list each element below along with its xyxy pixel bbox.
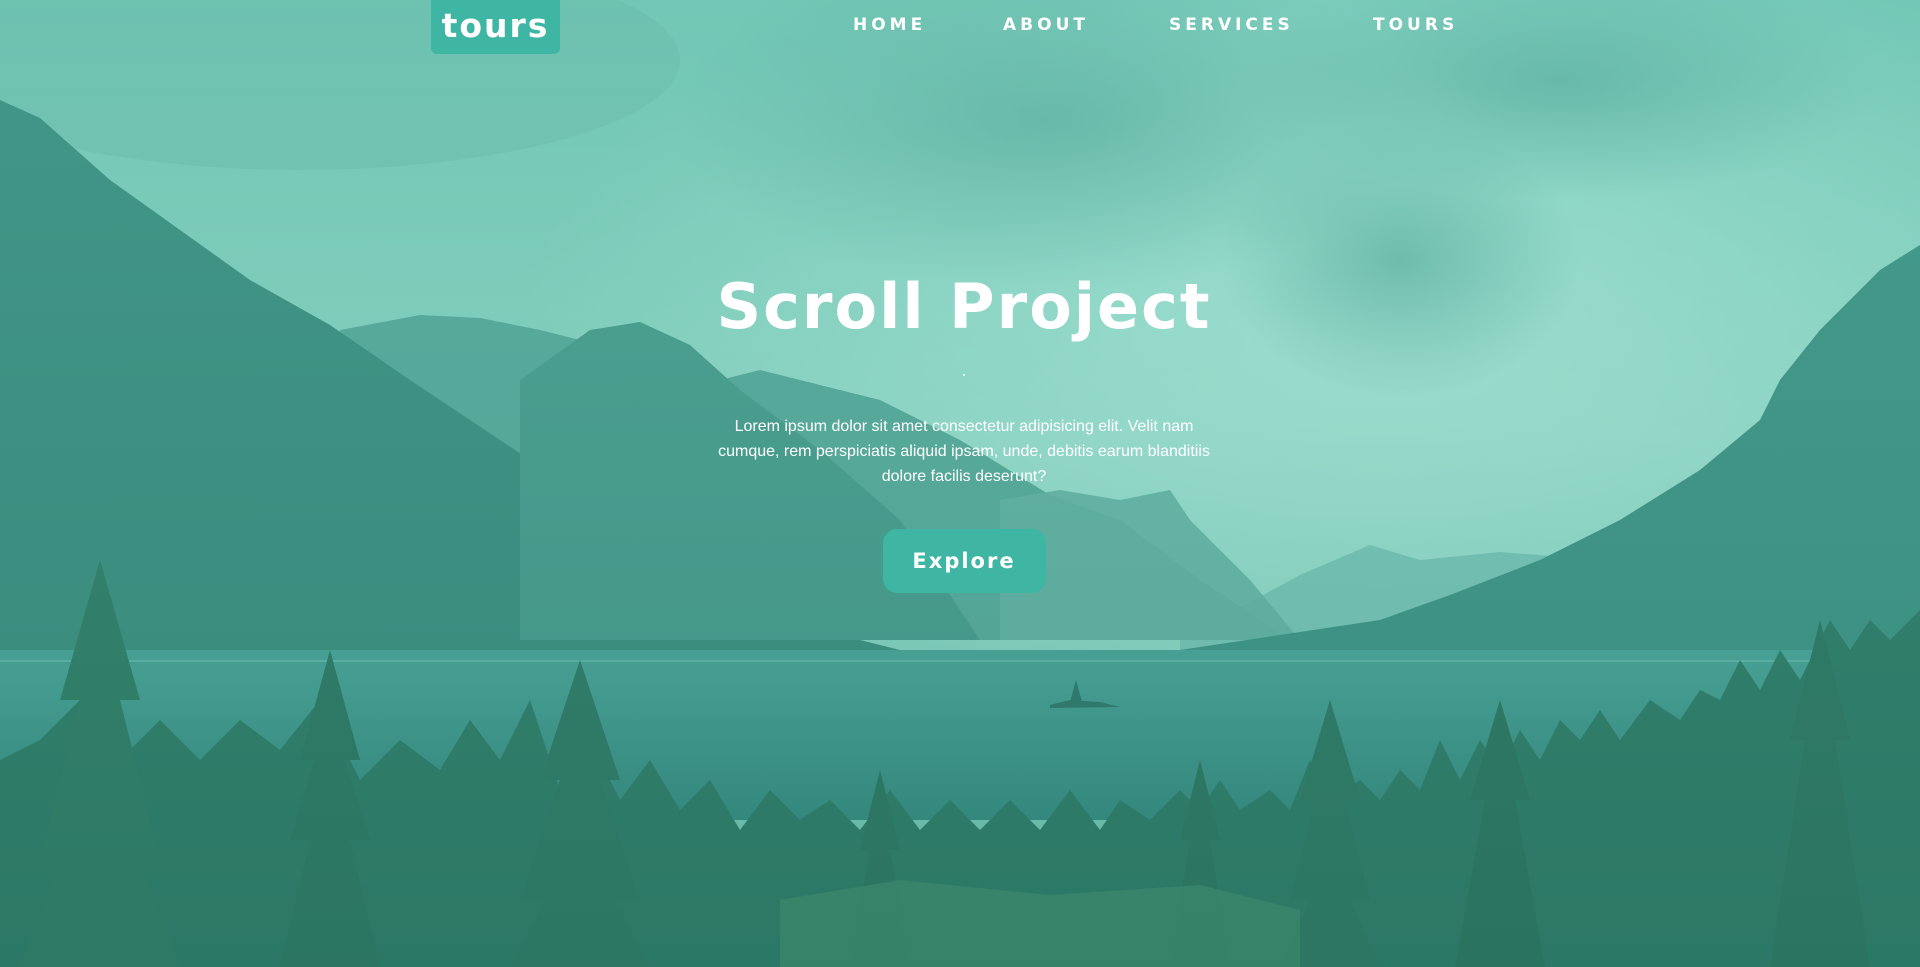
banner-underline: [963, 374, 965, 377]
banner-title: Scroll Project: [716, 270, 1212, 343]
nav-link-home[interactable]: HOME: [853, 15, 926, 35]
nav-links: HOME ABOUT SERVICES TOURS: [0, 15, 1920, 37]
hero-section: tours HOME ABOUT SERVICES TOURS Scroll P…: [0, 0, 1920, 967]
nav-link-about[interactable]: ABOUT: [1003, 15, 1089, 35]
banner: Scroll Project Lorem ipsum dolor sit ame…: [660, 270, 1268, 594]
banner-text: Lorem ipsum dolor sit amet consectetur a…: [718, 418, 1210, 486]
navbar: tours HOME ABOUT SERVICES TOURS: [0, 0, 1920, 54]
nav-link-services[interactable]: SERVICES: [1169, 15, 1294, 35]
nav-link-tours[interactable]: TOURS: [1373, 15, 1458, 35]
explore-button[interactable]: Explore: [882, 529, 1046, 594]
